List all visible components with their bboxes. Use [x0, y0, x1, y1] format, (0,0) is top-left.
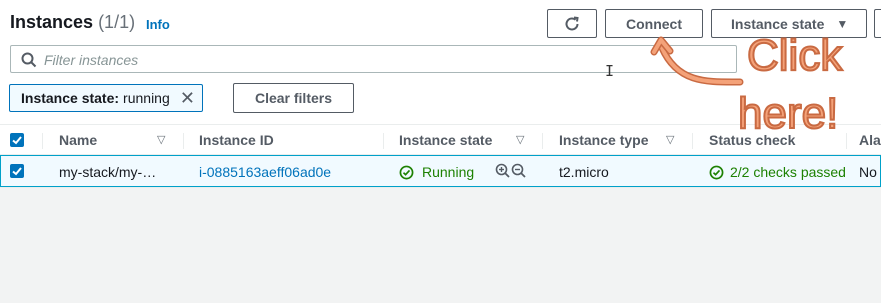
sort-icon[interactable]: ▽: [666, 133, 674, 146]
cell-status-check: 2/2 checks passed: [709, 164, 846, 180]
cell-alarm: No: [859, 164, 877, 180]
column-divider: [383, 133, 384, 149]
filter-token: Instance state: running ✕: [9, 84, 203, 112]
cell-instance-id[interactable]: i-0885163aeff06ad0e: [199, 164, 331, 180]
sort-icon[interactable]: ▽: [157, 133, 165, 146]
column-header-instance-state[interactable]: Instance state: [399, 132, 492, 148]
cell-instance-state: Running: [399, 164, 474, 180]
title-text: Instances: [10, 12, 94, 32]
checkmark-icon: [12, 167, 22, 176]
info-link[interactable]: Info: [146, 17, 170, 32]
zoom-out-icon[interactable]: [511, 163, 527, 179]
search-icon: [21, 52, 37, 68]
annotation-line-1: Click: [746, 30, 843, 81]
refresh-button[interactable]: [547, 9, 597, 38]
column-divider: [183, 133, 184, 149]
caret-down-icon: ▼: [836, 16, 849, 31]
connect-button[interactable]: Connect: [605, 9, 703, 38]
status-success-icon: [709, 165, 724, 179]
table-row[interactable]: my-stack/my-… i-0885163aeff06ad0e Runnin…: [0, 155, 881, 187]
page-title: Instances (1/1): [10, 12, 135, 33]
cell-name: my-stack/my-…: [59, 164, 157, 180]
zoom-controls[interactable]: [495, 163, 527, 179]
token-value: running: [123, 90, 170, 106]
column-header-name[interactable]: Name: [59, 132, 97, 148]
curved-arrow-icon: [650, 36, 744, 86]
column-divider: [42, 133, 43, 149]
column-divider: [542, 133, 543, 149]
column-header-instance-id[interactable]: Instance ID: [199, 132, 274, 148]
token-key: Instance state:: [21, 90, 120, 106]
state-text: Running: [422, 164, 475, 180]
zoom-in-icon[interactable]: [495, 163, 511, 179]
actions-button-partial[interactable]: [874, 9, 881, 38]
column-divider: [692, 133, 693, 149]
instance-count: (1/1): [98, 12, 136, 32]
cell-instance-type: t2.micro: [559, 164, 609, 180]
clear-filters-button[interactable]: Clear filters: [233, 83, 354, 113]
row-checkbox[interactable]: [10, 164, 24, 178]
filter-box[interactable]: [10, 45, 737, 73]
select-all-checkbox[interactable]: [10, 133, 24, 147]
status-text: 2/2 checks passed: [730, 164, 846, 180]
filter-input[interactable]: [44, 50, 644, 69]
column-header-instance-type[interactable]: Instance type: [559, 132, 648, 148]
annotation-line-2: here!: [737, 88, 839, 139]
column-divider: [846, 133, 847, 149]
status-success-icon: [399, 165, 414, 179]
column-header-alarm[interactable]: Ala: [859, 132, 881, 148]
instance-state-label: Instance state: [731, 15, 825, 32]
remove-token-icon[interactable]: ✕: [180, 88, 195, 109]
refresh-icon: [565, 16, 579, 30]
text-cursor-icon: I: [605, 62, 615, 80]
checkmark-icon: [12, 136, 22, 145]
sort-icon[interactable]: ▽: [516, 133, 524, 146]
